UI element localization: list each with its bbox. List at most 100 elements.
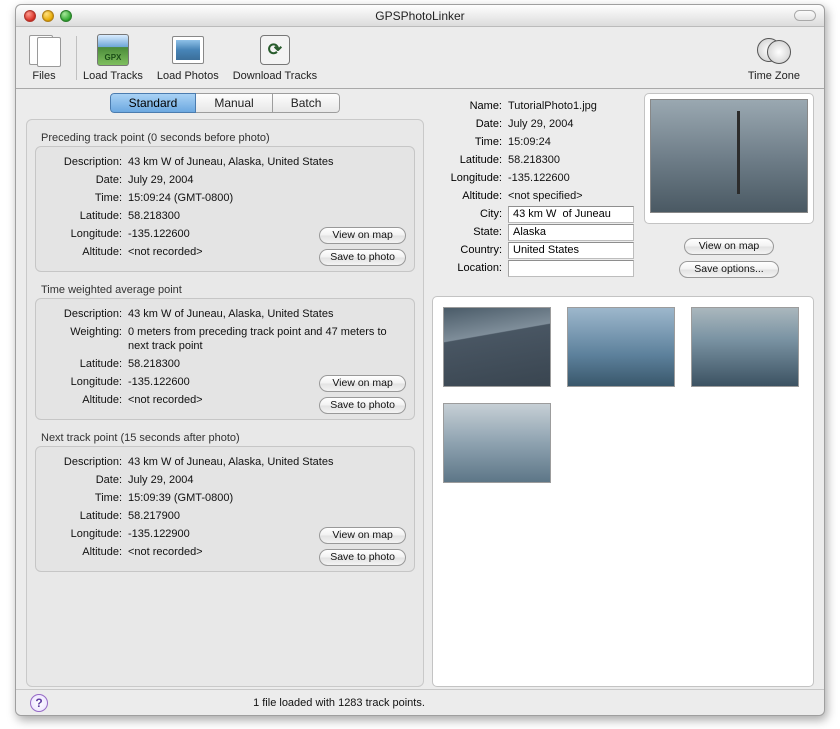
weighted-weighting: 0 meters from preceding track point and … bbox=[128, 323, 406, 355]
toolbar-load-photos[interactable]: Load Photos bbox=[157, 32, 219, 86]
preceding-title: Preceding track point (0 seconds before … bbox=[41, 132, 415, 144]
weighted-panel: Description:43 km W of Juneau, Alaska, U… bbox=[35, 298, 415, 420]
next-view-on-map-button[interactable]: View on map bbox=[319, 527, 406, 544]
label: State: bbox=[432, 223, 502, 241]
label: Longitude: bbox=[44, 525, 122, 543]
clock-icon bbox=[757, 34, 791, 66]
tab-batch[interactable]: Batch bbox=[273, 93, 341, 113]
photo-view-on-map-button[interactable]: View on map bbox=[684, 238, 775, 255]
next-save-to-photo-button[interactable]: Save to photo bbox=[319, 549, 406, 566]
toolbar-files-label: Files bbox=[32, 70, 55, 82]
preview-column: View on map Save options... bbox=[644, 93, 814, 278]
photo-altitude: <not specified> bbox=[508, 187, 634, 205]
toolbar-files[interactable]: Files bbox=[26, 32, 62, 86]
weighted-latitude: 58.218300 bbox=[128, 355, 406, 373]
close-window-button[interactable] bbox=[24, 10, 36, 22]
photo-latitude: 58.218300 bbox=[508, 151, 634, 169]
photo-name: TutorialPhoto1.jpg bbox=[508, 97, 634, 115]
state-input[interactable] bbox=[508, 224, 634, 241]
next-description: 43 km W of Juneau, Alaska, United States bbox=[128, 453, 406, 471]
label: Latitude: bbox=[432, 151, 502, 169]
weighted-title: Time weighted average point bbox=[41, 284, 415, 296]
country-input[interactable] bbox=[508, 242, 634, 259]
preceding-save-to-photo-button[interactable]: Save to photo bbox=[319, 249, 406, 266]
preceding-time: 15:09:24 (GMT-0800) bbox=[128, 189, 406, 207]
photo-longitude: -135.122600 bbox=[508, 169, 634, 187]
footer: ? 1 file loaded with 1283 track points. bbox=[16, 689, 824, 715]
right-column: Name: TutorialPhoto1.jpg Date: July 29, 20… bbox=[432, 93, 814, 687]
tab-manual[interactable]: Manual bbox=[196, 93, 272, 113]
next-title: Next track point (15 seconds after photo… bbox=[41, 432, 415, 444]
window-controls bbox=[24, 10, 72, 22]
toolbar-divider bbox=[76, 36, 77, 80]
photo-preview-image bbox=[650, 99, 808, 213]
thumbnail-grid bbox=[432, 296, 814, 687]
photos-icon bbox=[172, 36, 204, 64]
label: Date: bbox=[44, 471, 122, 489]
status-text: 1 file loaded with 1283 track points. bbox=[0, 697, 810, 709]
label: Latitude: bbox=[44, 355, 122, 373]
zoom-window-button[interactable] bbox=[60, 10, 72, 22]
label: Latitude: bbox=[44, 207, 122, 225]
preceding-view-on-map-button[interactable]: View on map bbox=[319, 227, 406, 244]
photo-date: July 29, 2004 bbox=[508, 115, 634, 133]
next-time: 15:09:39 (GMT-0800) bbox=[128, 489, 406, 507]
label: Longitude: bbox=[44, 225, 122, 243]
photo-meta-fields: Name: TutorialPhoto1.jpg Date: July 29, 20… bbox=[432, 93, 634, 278]
label: Altitude: bbox=[44, 243, 122, 261]
preceding-panel: Description:43 km W of Juneau, Alaska, U… bbox=[35, 146, 415, 272]
window-title: GPSPhotoLinker bbox=[16, 9, 824, 23]
label: Date: bbox=[44, 171, 122, 189]
toolbar-time-zone-label: Time Zone bbox=[748, 70, 800, 82]
label: Altitude: bbox=[44, 391, 122, 409]
toolbar-toggle-button[interactable] bbox=[794, 10, 816, 21]
label: Location: bbox=[432, 259, 502, 277]
toolbar-load-tracks[interactable]: Load Tracks bbox=[83, 32, 143, 86]
weighted-view-on-map-button[interactable]: View on map bbox=[319, 375, 406, 392]
toolbar-download-tracks-label: Download Tracks bbox=[233, 70, 317, 82]
city-input[interactable] bbox=[508, 206, 634, 223]
preceding-latitude: 58.218300 bbox=[128, 207, 406, 225]
mode-segmented-control: Standard Manual Batch bbox=[26, 93, 424, 113]
photo-meta-row: Name: TutorialPhoto1.jpg Date: July 29, 20… bbox=[432, 93, 814, 278]
label: Weighting: bbox=[44, 323, 122, 355]
label: Time: bbox=[432, 133, 502, 151]
label: City: bbox=[432, 205, 502, 223]
label: Altitude: bbox=[432, 187, 502, 205]
label: Time: bbox=[44, 189, 122, 207]
gpx-icon bbox=[97, 34, 129, 66]
photo-save-options-button[interactable]: Save options... bbox=[679, 261, 778, 278]
thumbnail[interactable] bbox=[567, 307, 675, 387]
toolbar-load-tracks-label: Load Tracks bbox=[83, 70, 143, 82]
minimize-window-button[interactable] bbox=[42, 10, 54, 22]
titlebar: GPSPhotoLinker bbox=[16, 5, 824, 27]
thumbnail[interactable] bbox=[443, 307, 551, 387]
location-input[interactable] bbox=[508, 260, 634, 277]
left-column: Standard Manual Batch Preceding track po… bbox=[26, 93, 424, 687]
label: Name: bbox=[432, 97, 502, 115]
next-date: July 29, 2004 bbox=[128, 471, 406, 489]
label: Altitude: bbox=[44, 543, 122, 561]
tab-standard[interactable]: Standard bbox=[110, 93, 197, 113]
preceding-description: 43 km W of Juneau, Alaska, United States bbox=[128, 153, 406, 171]
photo-time: 15:09:24 bbox=[508, 133, 634, 151]
files-icon bbox=[29, 35, 59, 65]
label: Description: bbox=[44, 453, 122, 471]
toolbar: Files Load Tracks Load Photos Download T… bbox=[16, 27, 824, 89]
next-latitude: 58.217900 bbox=[128, 507, 406, 525]
content-area: Standard Manual Batch Preceding track po… bbox=[16, 89, 824, 689]
label: Date: bbox=[432, 115, 502, 133]
thumbnail[interactable] bbox=[691, 307, 799, 387]
label: Latitude: bbox=[44, 507, 122, 525]
weighted-save-to-photo-button[interactable]: Save to photo bbox=[319, 397, 406, 414]
label: Description: bbox=[44, 305, 122, 323]
toolbar-time-zone[interactable]: Time Zone bbox=[748, 32, 800, 86]
toolbar-load-photos-label: Load Photos bbox=[157, 70, 219, 82]
label: Time: bbox=[44, 489, 122, 507]
download-icon bbox=[260, 35, 290, 65]
next-panel: Description: 43 km W of Juneau, Alaska, U… bbox=[35, 446, 415, 572]
thumbnail[interactable] bbox=[443, 403, 551, 483]
label: Longitude: bbox=[432, 169, 502, 187]
label: Country: bbox=[432, 241, 502, 259]
toolbar-download-tracks[interactable]: Download Tracks bbox=[233, 32, 317, 86]
